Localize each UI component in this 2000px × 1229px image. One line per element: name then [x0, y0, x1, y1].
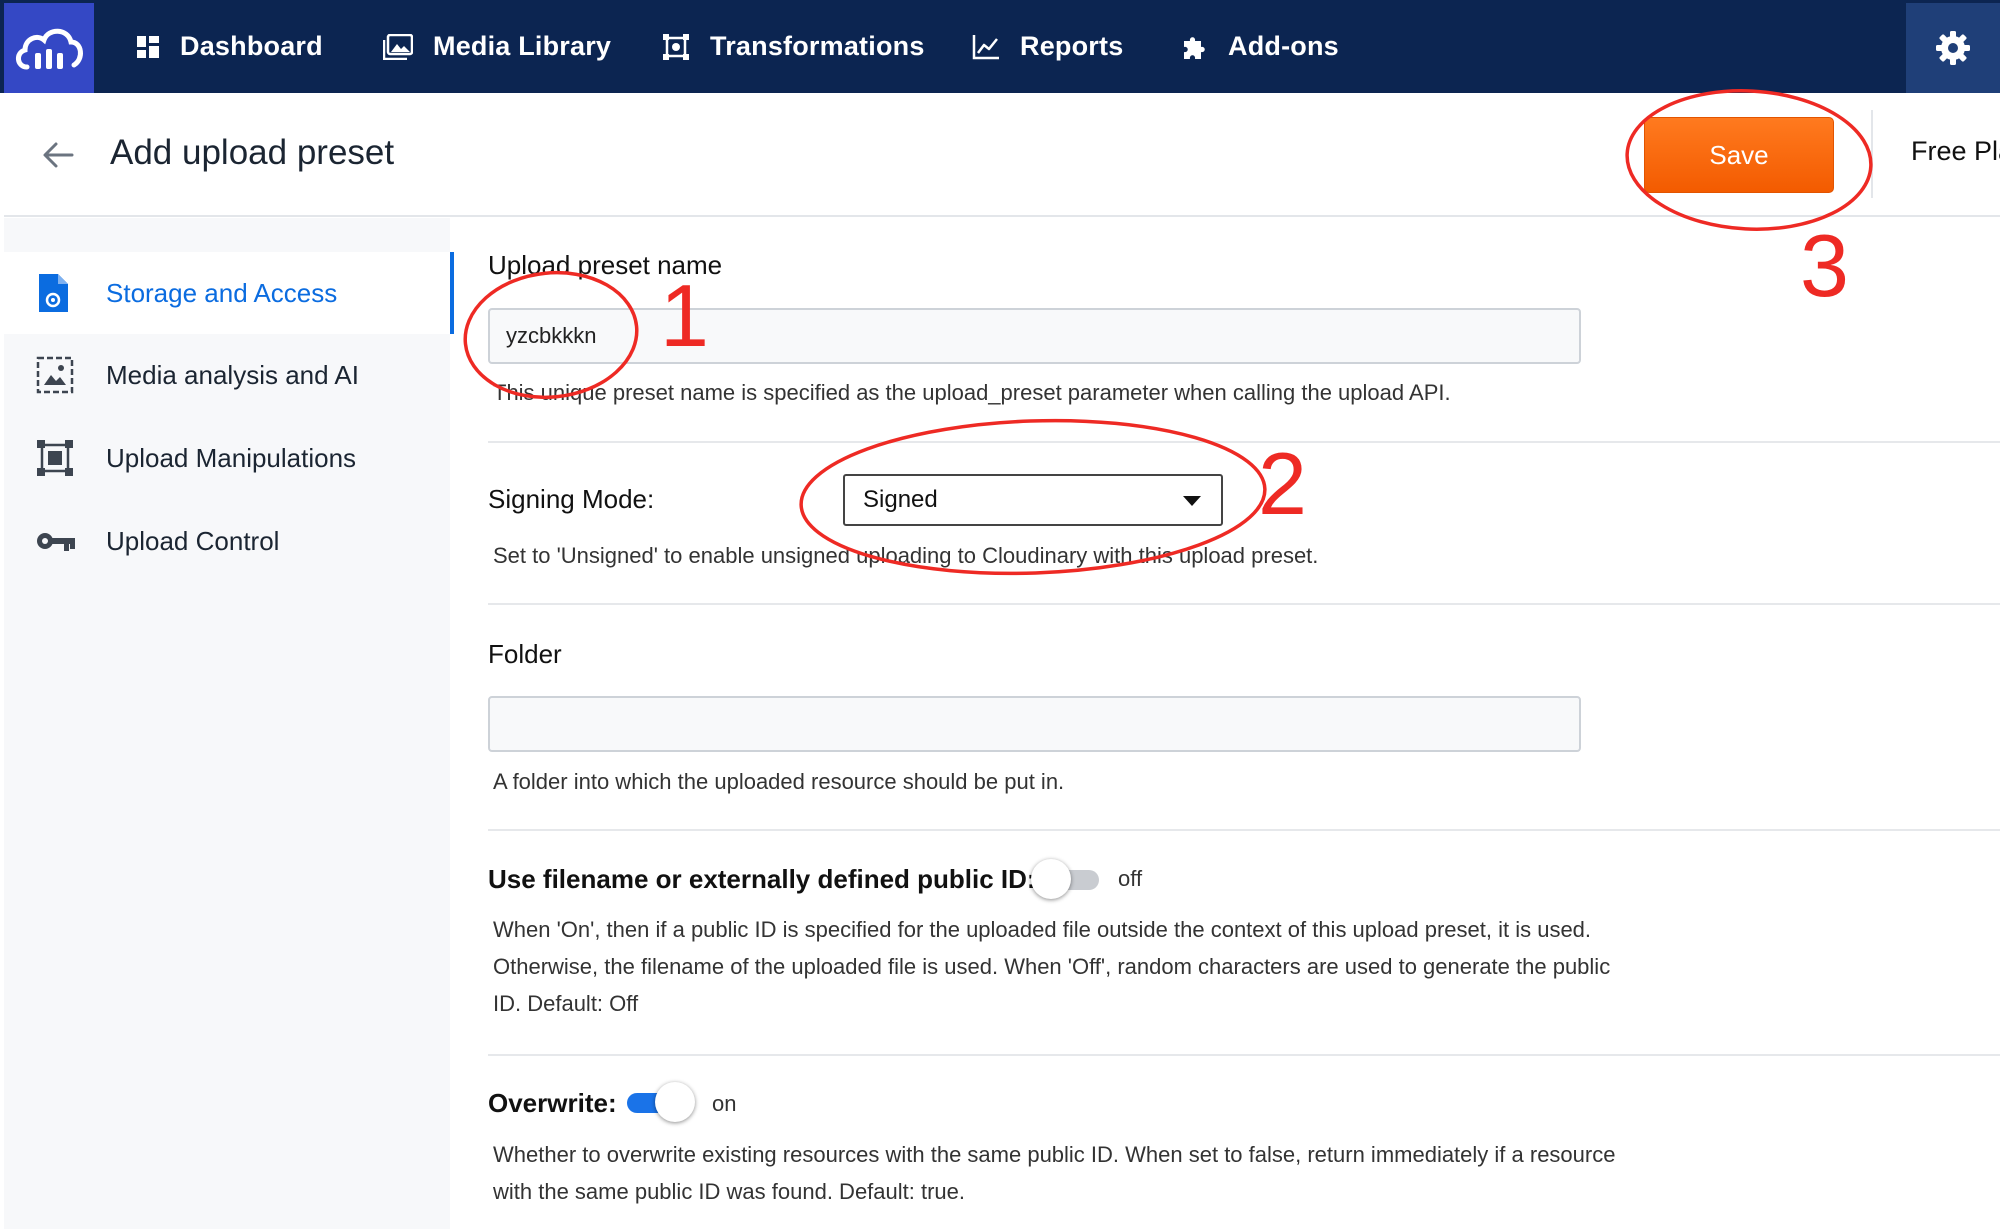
cloudinary-logo[interactable] [4, 3, 94, 93]
header-divider [1871, 110, 1873, 198]
file-settings-icon [39, 274, 68, 312]
sidebar-item-label: Upload Manipulations [106, 442, 357, 473]
overwrite-state: on [712, 1091, 737, 1116]
nav-add-ons-label: Add-ons [1228, 31, 1339, 61]
annotation-number-3: 3 [1800, 216, 1849, 315]
active-item-indicator [450, 252, 454, 334]
signing-mode-help: Set to 'Unsigned' to enable unsigned upl… [493, 543, 1319, 568]
nav-media-library-label: Media Library [433, 31, 612, 61]
preset-name-help: This unique preset name is specified as … [493, 380, 1451, 405]
back-arrow-icon[interactable] [38, 135, 78, 175]
signing-mode-label: Signing Mode: [488, 484, 655, 514]
nav-reports[interactable]: Reports [972, 0, 1123, 93]
transformations-icon [663, 33, 689, 60]
image-analysis-icon [36, 356, 74, 394]
preset-name-input[interactable] [488, 308, 1581, 364]
settings-sidebar: Storage and Access Media analysis and AI… [4, 218, 454, 1229]
nav-dashboard-label: Dashboard [180, 31, 323, 61]
page-title: Add upload preset [110, 133, 395, 172]
annotation-number-2: 2 [1258, 434, 1307, 533]
folder-help: A folder into which the uploaded resourc… [493, 769, 1065, 794]
nav-transformations-label: Transformations [710, 31, 925, 61]
folder-label: Folder [488, 639, 562, 669]
gear-icon [1936, 31, 1970, 65]
reports-chart-icon [972, 34, 999, 59]
puzzle-piece-icon [1184, 36, 1205, 59]
sidebar-item-upload-manipulations[interactable]: Upload Manipulations [4, 417, 450, 499]
dashboard-grid-icon [137, 35, 159, 58]
sidebar-item-media-analysis[interactable]: Media analysis and AI [4, 334, 450, 416]
key-icon [37, 533, 75, 551]
annotation-number-1: 1 [660, 266, 709, 365]
folder-input[interactable] [488, 696, 1581, 752]
use-filename-state: off [1118, 866, 1143, 891]
sidebar-item-upload-control[interactable]: Upload Control [4, 500, 450, 582]
overwrite-toggle[interactable] [627, 1082, 695, 1122]
sidebar-item-label: Upload Control [106, 525, 280, 556]
section-divider [488, 1054, 2000, 1056]
save-button[interactable]: Save [1644, 117, 1834, 193]
use-filename-help: When 'On', then if a public ID is specif… [493, 917, 1611, 1016]
toggle-knob [1031, 859, 1071, 899]
plan-label[interactable]: Free Pla [1911, 136, 2000, 167]
signing-mode-selected-value: Signed [863, 486, 938, 513]
signing-mode-select[interactable]: Signed [843, 474, 1223, 526]
nav-transformations[interactable]: Transformations [662, 0, 925, 93]
sidebar-item-label: Media analysis and AI [106, 359, 359, 390]
section-divider [488, 441, 2000, 443]
nav-media-library[interactable]: Media Library [383, 0, 611, 93]
toggle-knob [655, 1082, 695, 1122]
overwrite-help: Whether to overwrite existing resources … [493, 1142, 1616, 1204]
overwrite-label: Overwrite: [488, 1088, 617, 1118]
media-library-icon [383, 33, 413, 60]
dropdown-caret-icon [1183, 496, 1201, 506]
nav-add-ons[interactable]: Add-ons [1180, 0, 1339, 93]
top-navigation-bar: Dashboard Media Library Transformations … [0, 0, 2000, 93]
use-filename-toggle[interactable] [1031, 859, 1099, 899]
cloud-logo-icon [16, 28, 83, 70]
nav-dashboard[interactable]: Dashboard [136, 0, 323, 93]
transformations-icon [37, 440, 73, 476]
sidebar-item-label: Storage and Access [106, 277, 338, 308]
use-filename-label: Use filename or externally defined publi… [488, 864, 1036, 894]
section-divider [488, 829, 2000, 831]
nav-reports-label: Reports [1020, 31, 1124, 61]
sidebar-item-storage-and-access[interactable]: Storage and Access [4, 252, 450, 334]
section-divider [488, 603, 2000, 605]
settings-button[interactable] [1906, 3, 2000, 93]
